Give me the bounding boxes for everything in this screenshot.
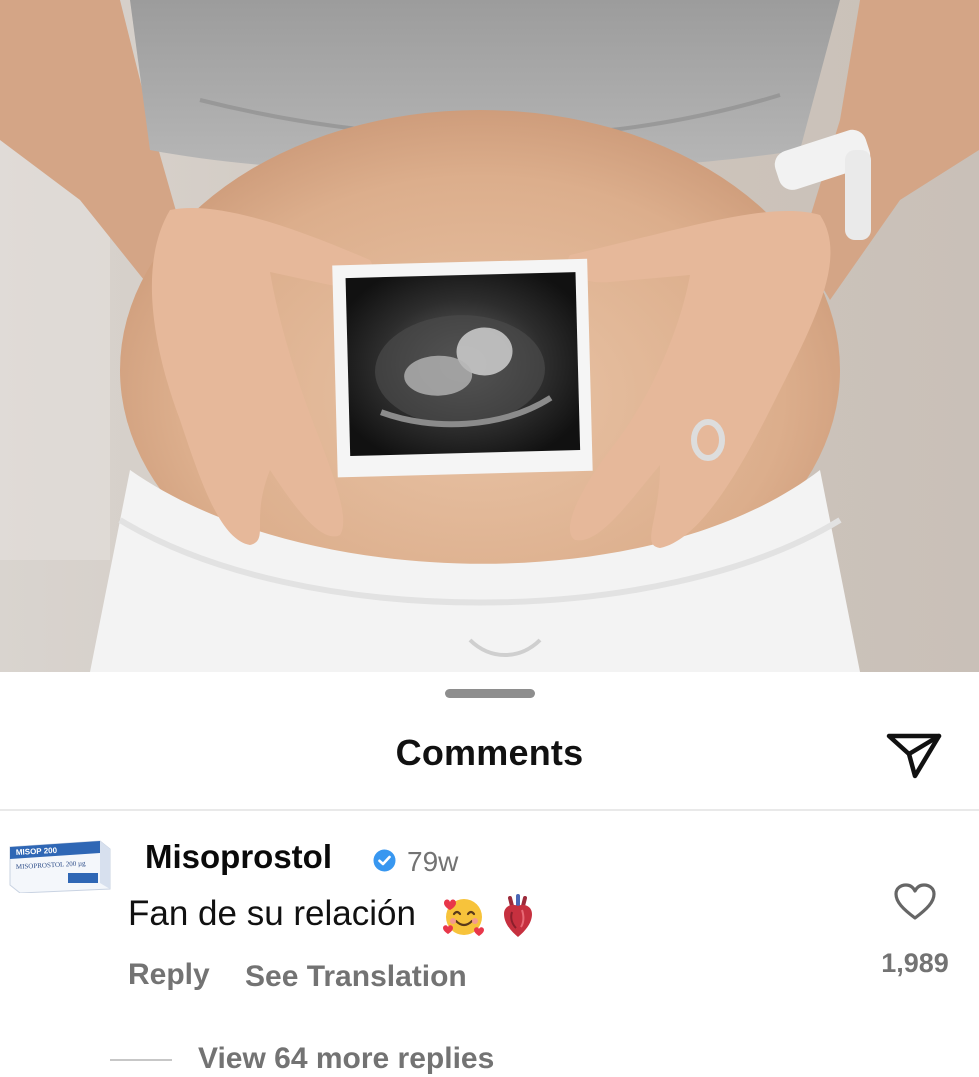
share-button[interactable] [885, 730, 943, 782]
avatar[interactable]: MISOP 200 MISOPROSTOL 200 µg [8, 839, 112, 894]
replies-divider-line [110, 1059, 172, 1061]
post-photo [0, 0, 979, 672]
verified-badge-icon [373, 849, 396, 872]
comments-title: Comments [395, 732, 584, 773]
heart-icon [894, 883, 936, 920]
comment-text: Fan de su relación [128, 894, 416, 933]
medicine-box-avatar: MISOP 200 MISOPROSTOL 200 µg [9, 840, 111, 894]
sheet-drag-handle[interactable] [445, 689, 535, 698]
like-button[interactable] [893, 882, 937, 922]
sheet-divider [0, 809, 979, 811]
comments-sheet: Comments MISOP 200 MISOPROSTOL 200 µg Mi… [0, 672, 979, 1077]
view-more-replies-button[interactable]: View 64 more replies [198, 1042, 494, 1076]
reply-button[interactable]: Reply [128, 958, 210, 992]
like-count: 1,989 [881, 948, 949, 978]
see-translation-button[interactable]: See Translation [245, 960, 467, 994]
paper-plane-icon [886, 733, 942, 779]
comment-timestamp: 79w [407, 846, 459, 877]
anatomical-heart-icon [504, 894, 532, 937]
pregnancy-ultrasound-photo [0, 0, 979, 672]
smiling-face-with-hearts-icon [443, 899, 484, 936]
comment-username[interactable]: Misoprostol [145, 838, 332, 876]
